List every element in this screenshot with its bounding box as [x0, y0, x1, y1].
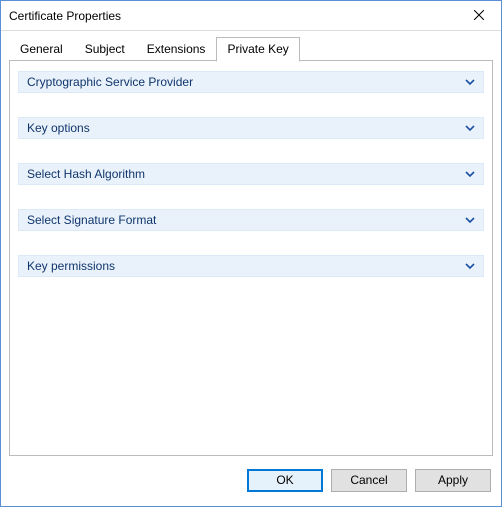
- close-icon: [474, 9, 484, 23]
- expander-label: Select Signature Format: [27, 213, 156, 227]
- tab-private-key[interactable]: Private Key: [216, 37, 299, 62]
- tab-label: Extensions: [147, 42, 206, 56]
- chevron-down-icon: [465, 261, 475, 271]
- chevron-down-icon: [465, 77, 475, 87]
- expander-key-options[interactable]: Key options: [18, 117, 484, 139]
- chevron-down-icon: [465, 123, 475, 133]
- ok-button[interactable]: OK: [247, 469, 323, 492]
- chevron-down-icon: [465, 215, 475, 225]
- expander-label: Select Hash Algorithm: [27, 167, 145, 181]
- tab-content: Cryptographic Service Provider Key optio…: [9, 61, 493, 456]
- apply-button[interactable]: Apply: [415, 469, 491, 492]
- button-label: OK: [276, 473, 293, 487]
- tab-extensions[interactable]: Extensions: [136, 37, 217, 61]
- expander-label: Key permissions: [27, 259, 115, 273]
- chevron-down-icon: [465, 169, 475, 179]
- tab-general[interactable]: General: [9, 37, 74, 61]
- tab-label: Private Key: [227, 42, 288, 56]
- button-label: Apply: [438, 473, 468, 487]
- titlebar: Certificate Properties: [1, 1, 501, 31]
- tab-subject[interactable]: Subject: [74, 37, 136, 61]
- expander-key-permissions[interactable]: Key permissions: [18, 255, 484, 277]
- cancel-button[interactable]: Cancel: [331, 469, 407, 492]
- close-button[interactable]: [456, 2, 501, 30]
- tabstrip: General Subject Extensions Private Key: [1, 31, 501, 61]
- window-title: Certificate Properties: [9, 9, 121, 23]
- expander-label: Key options: [27, 121, 90, 135]
- expander-select-signature-format[interactable]: Select Signature Format: [18, 209, 484, 231]
- tab-label: Subject: [85, 42, 125, 56]
- button-bar: OK Cancel Apply: [1, 464, 501, 506]
- expander-select-hash-algorithm[interactable]: Select Hash Algorithm: [18, 163, 484, 185]
- expander-cryptographic-service-provider[interactable]: Cryptographic Service Provider: [18, 71, 484, 93]
- button-label: Cancel: [350, 473, 387, 487]
- expander-label: Cryptographic Service Provider: [27, 75, 193, 89]
- tab-label: General: [20, 42, 63, 56]
